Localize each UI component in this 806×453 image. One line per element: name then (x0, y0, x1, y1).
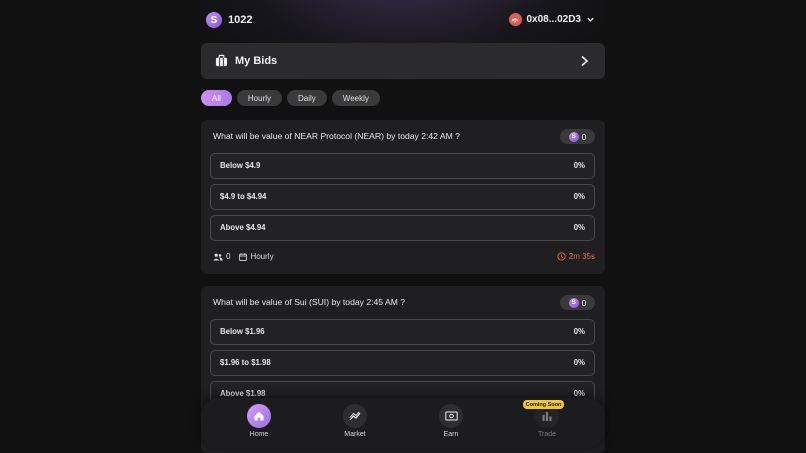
nav-market-label: Market (344, 431, 366, 438)
option-percent: 0% (573, 389, 585, 398)
nav-home-label: Home (249, 431, 269, 438)
filter-weekly[interactable]: Weekly (331, 90, 380, 106)
countdown-value: 2m 35s (568, 252, 595, 261)
coin-icon: S (568, 131, 579, 142)
coin-icon: S (568, 297, 579, 308)
nav-market[interactable]: Market (325, 404, 385, 438)
option-label: Above $4.94 (220, 223, 266, 232)
option-label: Above $1.98 (220, 389, 266, 398)
participants: 0 (213, 252, 230, 261)
briefcase-icon (215, 54, 228, 67)
nav-trade[interactable]: Trade Coming Soon (517, 400, 577, 438)
my-bids-label: My Bids (235, 55, 278, 67)
wallet-address: 0x08...02D3 (526, 14, 582, 25)
clock-icon (557, 252, 566, 261)
nav-earn[interactable]: Earn (421, 404, 481, 438)
nav-earn-label: Earn (443, 431, 459, 438)
option-percent: 0% (573, 223, 585, 232)
wallet-button[interactable]: 0x08...02D3 (508, 13, 596, 26)
option-label: $4.9 to $4.94 (220, 192, 267, 201)
option-percent: 0% (573, 327, 585, 336)
pool-value: 0 (581, 131, 587, 142)
countdown: 2m 35s (557, 252, 595, 261)
option-percent: 0% (573, 358, 585, 367)
bid-option[interactable]: $4.9 to $4.94 0% (210, 184, 595, 210)
market-question: What will be value of NEAR Protocol (NEA… (213, 131, 460, 141)
bid-option[interactable]: $1.96 to $1.98 0% (210, 350, 595, 376)
chevron-right-icon (581, 55, 589, 67)
filter-tabs: All Hourly Daily Weekly (201, 90, 380, 106)
frequency-label: Hourly (250, 252, 274, 261)
filter-daily[interactable]: Daily (287, 90, 327, 106)
bid-option[interactable]: Below $4.9 0% (210, 153, 595, 179)
frequency: Hourly (239, 252, 274, 261)
chevron-down-icon (587, 17, 594, 22)
calendar-icon (239, 252, 248, 261)
pool-badge: S 0 (560, 295, 595, 310)
app: S 1022 0x08...02D3 My Bids All Hourly Da… (201, 0, 605, 453)
nav-trade-label: Trade (537, 431, 557, 438)
option-percent: 0% (573, 192, 585, 201)
bid-option[interactable]: Below $1.96 0% (210, 319, 595, 345)
pool-value: 0 (581, 297, 587, 308)
wallet-avatar-icon (508, 13, 522, 26)
filter-all[interactable]: All (201, 90, 232, 106)
market-card[interactable]: What will be value of NEAR Protocol (NEA… (201, 120, 605, 274)
balance-display[interactable]: S 1022 (206, 12, 252, 28)
coin-icon: S (206, 12, 222, 28)
option-label: Below $1.96 (220, 327, 265, 336)
filter-hourly[interactable]: Hourly (236, 90, 283, 106)
balance-value: 1022 (228, 14, 253, 26)
users-icon (213, 253, 223, 260)
trending-icon (343, 404, 367, 428)
option-percent: 0% (573, 161, 585, 170)
option-label: $1.96 to $1.98 (220, 358, 271, 367)
home-icon (247, 404, 271, 428)
market-meta: 0 Hourly (213, 252, 274, 261)
participants-count: 0 (226, 252, 231, 261)
market-question: What will be value of Sui (SUI) by today… (213, 297, 406, 307)
option-label: Below $4.9 (220, 161, 261, 170)
top-bar: S 1022 0x08...02D3 (201, 0, 605, 40)
bottom-nav: Home Market Earn Trade Coming Soon (201, 398, 605, 448)
pool-badge: S 0 (560, 129, 595, 144)
bid-option[interactable]: Above $4.94 0% (210, 215, 595, 241)
cash-icon (439, 404, 463, 428)
nav-home[interactable]: Home (229, 404, 289, 438)
my-bids-button[interactable]: My Bids (201, 43, 605, 79)
coming-soon-badge: Coming Soon (523, 400, 564, 409)
